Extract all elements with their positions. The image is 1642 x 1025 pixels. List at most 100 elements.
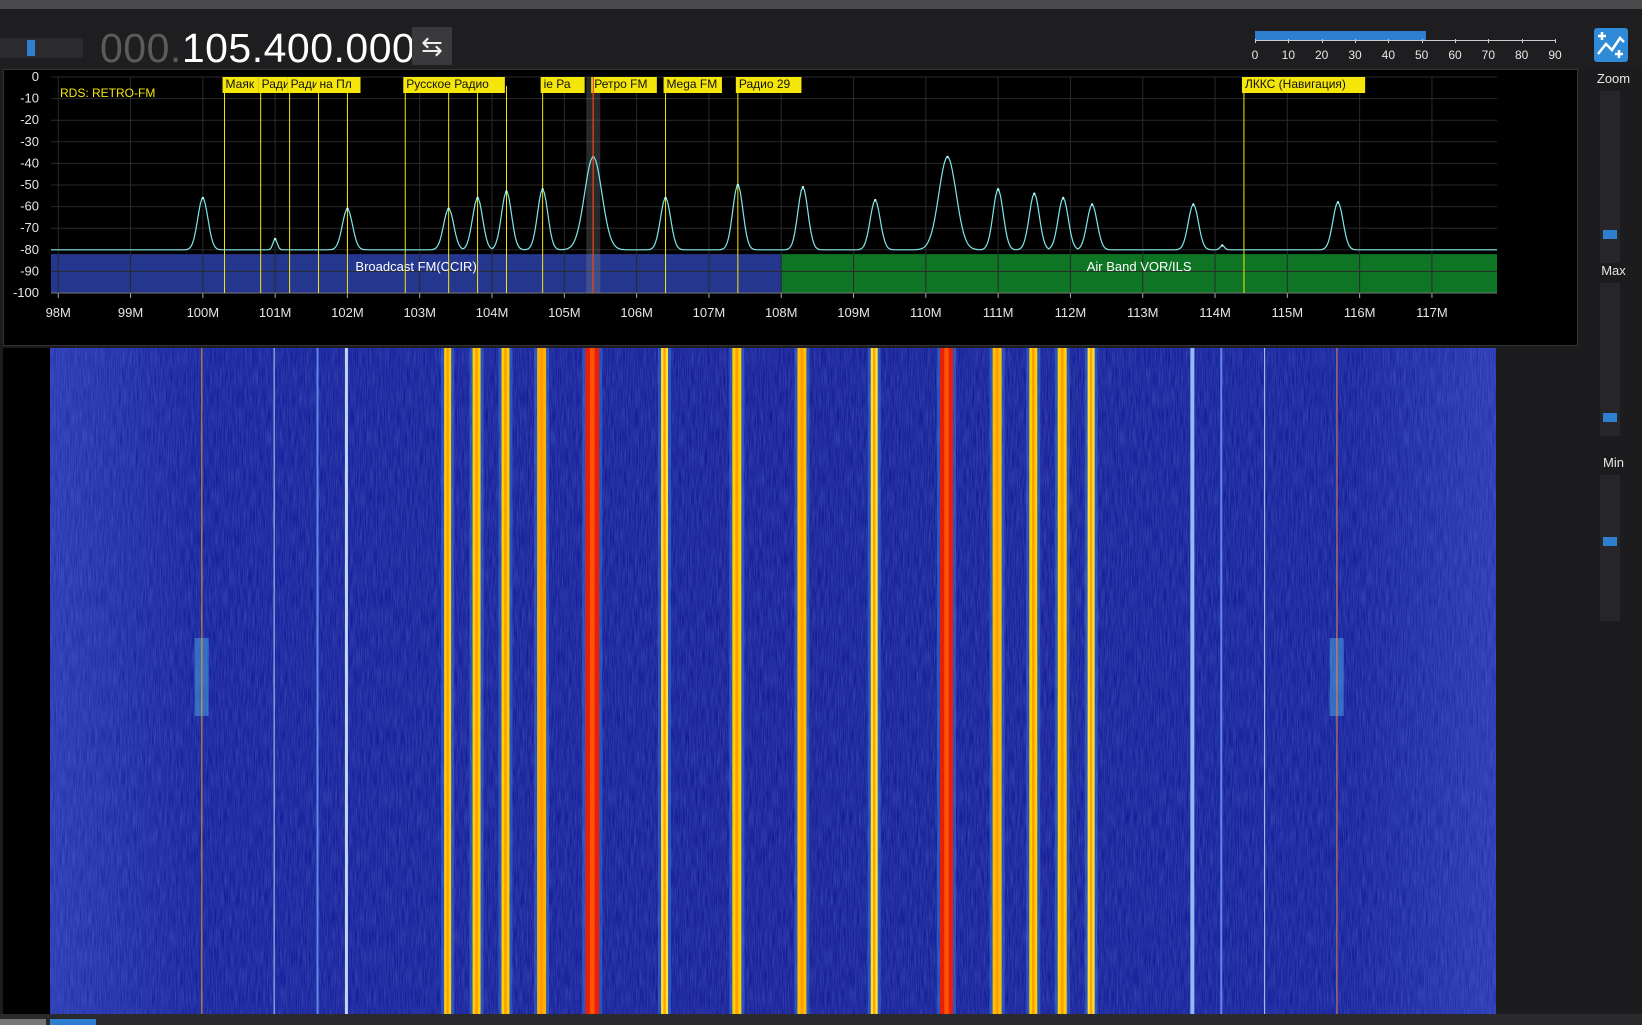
snr-level-bar — [1255, 31, 1426, 40]
bookmark-tag[interactable]: Радио 29 — [735, 77, 802, 93]
frequency-display[interactable]: 000.105.400.000 — [100, 23, 415, 73]
bookmark-tag[interactable]: Маяк — [222, 77, 259, 93]
bookmark-tag[interactable]: ЛККС (Навигация) — [1241, 77, 1366, 93]
bookmark-label[interactable]: Ретро FM — [594, 77, 647, 91]
bookmark-label[interactable]: ie Ра — [544, 77, 571, 91]
bookmark-tag[interactable]: Mega FM — [663, 77, 722, 93]
x-tick-label: 117M — [1416, 305, 1448, 320]
waterfall-trace — [344, 348, 348, 1014]
max-slider-thumb[interactable] — [1603, 412, 1617, 422]
snr-tick — [1488, 39, 1490, 43]
volume-slider-thumb[interactable] — [26, 40, 35, 56]
y-tick-label: -100 — [13, 285, 39, 300]
frequency-main-digits[interactable]: 105.400.000 — [182, 25, 416, 71]
y-tick-label: -10 — [20, 91, 39, 106]
x-tick-label: 106M — [620, 305, 653, 320]
waterfall-trace-core — [504, 348, 507, 1014]
bookmark-label[interactable]: Радио 29 — [739, 77, 791, 91]
waterfall-trace — [1190, 348, 1195, 1014]
bookmark-label[interactable]: Русское Радио — [406, 77, 489, 91]
waterfall-trace — [1336, 348, 1338, 1014]
spectrum-peak — [801, 185, 805, 189]
band-label: Broadcast FM(CCIR) — [355, 259, 476, 274]
waterfall-display[interactable] — [3, 348, 1578, 1014]
waterfall-trace-core — [1031, 348, 1035, 1014]
spectrum-peak — [874, 198, 877, 202]
x-tick-label: 111M — [983, 305, 1014, 320]
waterfall-left-margin — [3, 348, 50, 1014]
snr-tick — [1388, 39, 1390, 43]
spectrum-plot[interactable]: 0 -10 -20 -30 -40 -50 -60 -70 -80 -90 -100 98M 99M 10… — [4, 70, 1577, 345]
snr-tick — [1255, 39, 1256, 43]
snr-tick-label: 20 — [1314, 48, 1329, 62]
snr-tick — [1421, 39, 1423, 43]
bookmark-tag[interactable]: Ретро FM — [591, 77, 657, 93]
waterfall-trace-core — [446, 348, 449, 1014]
frequency-leading-digits[interactable]: 000. — [100, 25, 182, 71]
bookmark-label[interactable]: Маяк — [226, 77, 255, 91]
spectrum-peak — [1221, 244, 1224, 247]
bookmark-label[interactable]: на Пл — [320, 77, 352, 91]
waterfall-trace-core — [663, 348, 666, 1014]
waterfall-trace — [1264, 348, 1266, 1014]
waterfall-panel[interactable] — [3, 348, 1578, 1014]
spectrum-peak — [346, 207, 349, 210]
bottom-bar — [0, 1014, 1642, 1025]
waterfall-trace-core — [735, 348, 739, 1014]
x-tick-label: 110M — [910, 305, 942, 320]
band-label: Air Band VOR/ILS — [1087, 259, 1192, 274]
waterfall-trace — [273, 348, 275, 1014]
spectrum-peak — [541, 188, 544, 191]
x-tick-label: 116M — [1344, 305, 1376, 320]
snr-tick-label: 70 — [1481, 48, 1496, 62]
zoom-label: Zoom — [1596, 71, 1631, 86]
zoom-slider-thumb[interactable] — [1603, 229, 1617, 239]
snr-tick-label: 10 — [1281, 48, 1296, 62]
min-slider-thumb[interactable] — [1603, 536, 1617, 546]
x-tick-label: 105M — [548, 305, 581, 320]
volume-slider[interactable] — [0, 38, 83, 58]
bookmark-label[interactable]: Mega FM — [667, 77, 718, 91]
snr-tick — [1521, 39, 1523, 43]
y-tick-label: -40 — [20, 155, 39, 170]
max-slider[interactable] — [1600, 283, 1620, 436]
spectrum-peak — [447, 207, 450, 210]
y-tick-label: -70 — [20, 220, 39, 235]
swap-button[interactable]: ⇆ — [412, 27, 452, 65]
snr-tick-label: 0 — [1251, 48, 1259, 62]
spectrum-peak — [505, 190, 508, 193]
spectrum-peak — [736, 183, 740, 187]
spectrum-peak — [1090, 203, 1094, 206]
waterfall-trace-core — [995, 348, 999, 1014]
snr-meter: 0 10 20 30 40 50 60 70 80 90 — [1251, 31, 1562, 65]
y-tick-label: 0 — [32, 70, 39, 84]
waterfall-right-margin — [1496, 348, 1578, 1014]
snr-axis — [1255, 40, 1555, 41]
y-tick-label: -30 — [20, 134, 39, 149]
bottom-tab-1[interactable] — [0, 1019, 46, 1025]
title-strip — [0, 0, 1642, 9]
waterfall-trace-core — [800, 348, 804, 1014]
x-tick-label: 100M — [187, 305, 220, 320]
spectrum-peak — [1033, 192, 1036, 195]
spectrum-peak — [273, 237, 277, 241]
bookmark-tag[interactable]: Русское Радио — [403, 77, 505, 93]
waterfall-trace-core — [944, 348, 949, 1014]
spectrum-peak — [1192, 203, 1195, 206]
x-tick-label: 102M — [331, 305, 364, 320]
spectrum-panel[interactable]: 0 -10 -20 -30 -40 -50 -60 -70 -80 -90 -100 98M 99M 10… — [3, 69, 1578, 346]
waterfall-noise — [50, 348, 1496, 1014]
x-tick-label: 98M — [46, 305, 71, 320]
y-tick-label: -80 — [20, 242, 39, 257]
bookmark-tag[interactable]: ie Ра — [540, 77, 585, 93]
snr-tick-label: 90 — [1548, 48, 1562, 62]
bottom-tab-2[interactable] — [50, 1019, 96, 1025]
bookmark-label[interactable]: ЛККС (Навигация) — [1245, 77, 1346, 91]
x-tick-label: 99M — [118, 305, 143, 320]
bookmark-tag[interactable]: на Пл — [316, 77, 361, 93]
zoom-slider[interactable] — [1600, 91, 1620, 263]
x-tick-label: 103M — [403, 305, 436, 320]
apps-icon[interactable] — [1594, 28, 1628, 62]
x-tick-label: 104M — [476, 305, 509, 320]
min-slider[interactable] — [1600, 475, 1620, 621]
